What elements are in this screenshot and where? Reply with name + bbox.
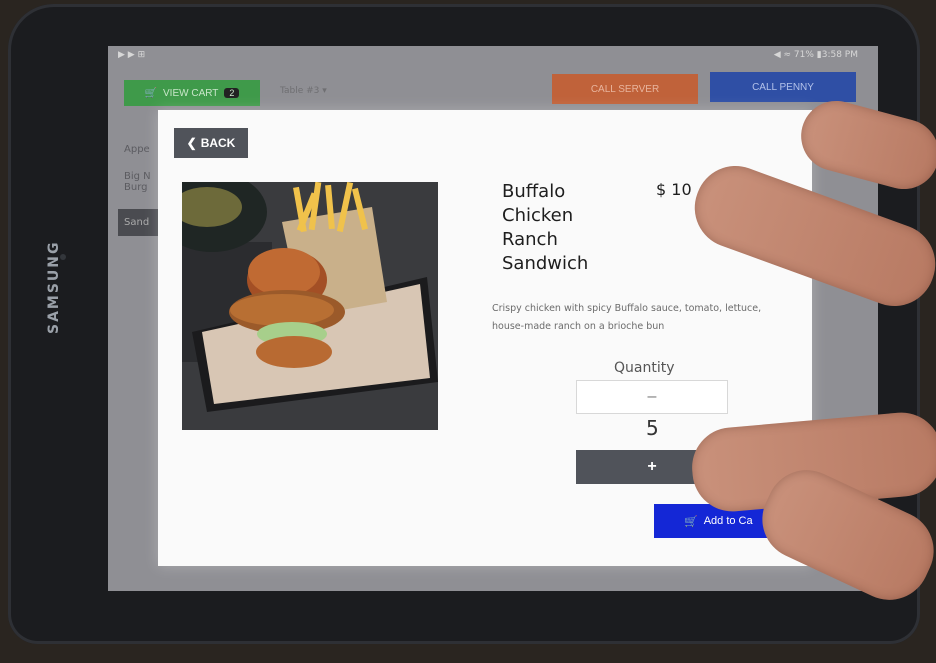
quantity-decrease-button[interactable]: –: [576, 380, 728, 414]
quantity-label: Quantity: [614, 360, 675, 376]
item-name: Buffalo Chicken Ranch Sandwich: [502, 181, 589, 274]
sandwich-image: [182, 182, 438, 430]
table-select[interactable]: Table #3 ▾: [280, 86, 327, 96]
view-cart-label: VIEW CART: [163, 87, 219, 99]
call-penny-button[interactable]: CALL PENNY: [710, 72, 856, 102]
chevron-left-icon: ❮: [186, 136, 197, 150]
back-label: BACK: [200, 136, 236, 150]
item-photo: [182, 182, 438, 430]
item-price: $ 10: [656, 180, 692, 199]
view-cart-button[interactable]: 🛒 VIEW CART 2: [124, 80, 260, 106]
camera-icon: [60, 254, 66, 260]
cart-icon: 🛒: [684, 515, 698, 528]
item-description: Crispy chicken with spicy Buffalo sauce,…: [492, 303, 762, 332]
quantity-value: 5: [646, 416, 659, 440]
back-button[interactable]: ❮ BACK: [174, 128, 248, 158]
cart-icon: 🛒: [144, 87, 158, 99]
cart-count-badge: 2: [224, 88, 240, 98]
add-to-cart-label: Add to Ca: [703, 515, 753, 527]
status-icons: ▶ ▶ ⊞: [118, 50, 146, 60]
app-bar: 🛒 VIEW CART 2 Table #3 ▾ CALL SERVER CAL…: [108, 68, 878, 114]
call-server-button[interactable]: CALL SERVER: [552, 74, 698, 104]
status-bar: ▶ ▶ ⊞ ◀ ≈ 71% ▮3:58 PM: [108, 46, 878, 66]
status-time: ◀ ≈ 71% ▮3:58 PM: [773, 50, 858, 60]
